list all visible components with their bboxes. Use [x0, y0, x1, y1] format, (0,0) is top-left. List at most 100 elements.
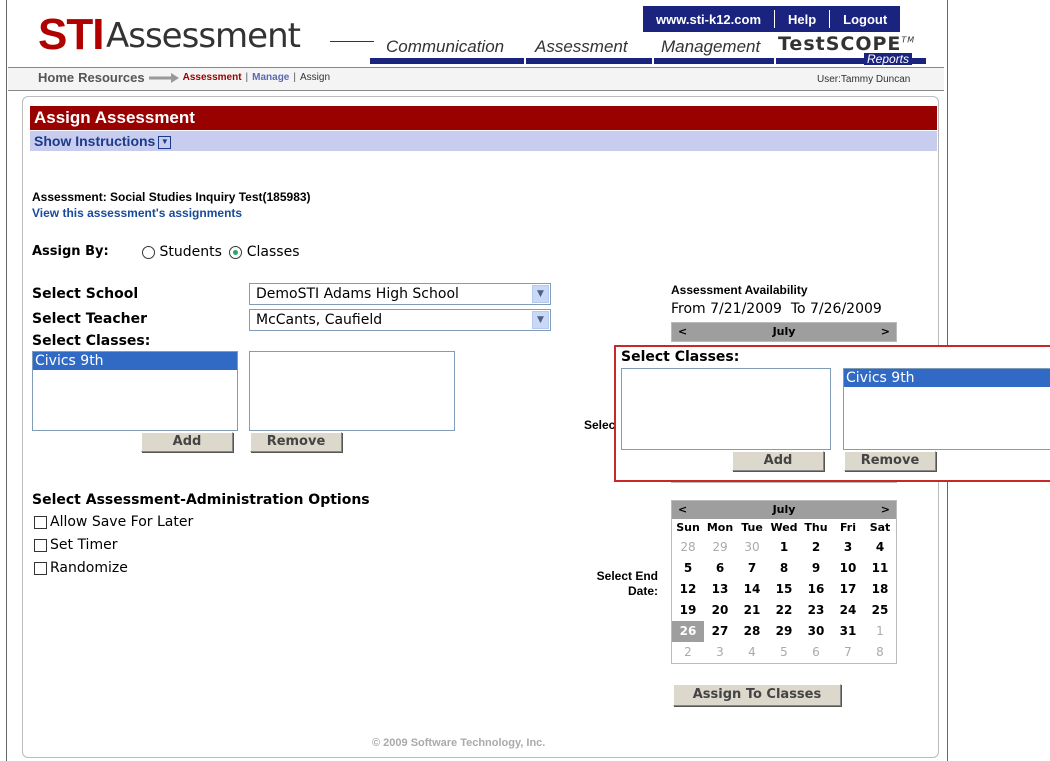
calendar-day[interactable]: 16	[800, 579, 832, 600]
calendar-day[interactable]: 30	[736, 537, 768, 558]
calendar-day[interactable]: 12	[672, 579, 704, 600]
nav-tab-management[interactable]: Management	[661, 37, 760, 57]
calendar-day[interactable]: 1	[768, 537, 800, 558]
end-date-calendar: < July > Sun Mon Tue Wed Thu Fri Sat 28 29 30 1 2 3 4…	[671, 500, 897, 664]
popup-selected-list[interactable]: Civics 9th	[843, 368, 1050, 450]
calendar-day[interactable]: 28	[672, 537, 704, 558]
set-timer-checkbox[interactable]	[34, 538, 47, 552]
breadcrumb-resources[interactable]: Resources	[78, 70, 144, 85]
calendar-day[interactable]: 29	[768, 621, 800, 642]
calendar-day[interactable]: 3	[832, 537, 864, 558]
option-set-timer[interactable]: Set Timer	[34, 537, 117, 553]
classes-radio-label: Classes	[246, 244, 300, 260]
select-teacher-label: Select Teacher	[32, 311, 148, 327]
option-allow-save[interactable]: Allow Save For Later	[34, 514, 193, 530]
breadcrumb-manage[interactable]: Manage	[252, 72, 289, 83]
calendar-day[interactable]: 7	[736, 558, 768, 579]
calendar-day[interactable]: 28	[736, 621, 768, 642]
help-link[interactable]: Help	[775, 12, 829, 27]
calendar-day[interactable]: 6	[800, 642, 832, 663]
calendar-day[interactable]: 23	[800, 600, 832, 621]
calendar-day[interactable]: 17	[832, 579, 864, 600]
calendar-day[interactable]: 8	[768, 558, 800, 579]
teacher-select[interactable]: McCants, Caufield ▼	[249, 309, 551, 331]
day-of-week-header: Thu	[804, 521, 828, 534]
sti-website-link[interactable]: www.sti-k12.com	[643, 12, 774, 27]
popup-add-button[interactable]: Add	[732, 451, 824, 471]
calendar-header: < July >	[672, 323, 896, 341]
reports-tab[interactable]: Reports	[864, 53, 913, 65]
calendar-day[interactable]: 4	[864, 537, 896, 558]
calendar-day[interactable]: 10	[832, 558, 864, 579]
trademark: TM	[901, 35, 916, 45]
classes-radio[interactable]	[229, 245, 243, 259]
calendar-day[interactable]: 5	[768, 642, 800, 663]
page-title: Assign Assessment	[30, 106, 937, 130]
assign-to-classes-button[interactable]: Assign To Classes	[673, 684, 841, 706]
calendar-day[interactable]: 22	[768, 600, 800, 621]
remove-button[interactable]: Remove	[250, 432, 342, 452]
availability-label: Assessment Availability	[671, 283, 808, 297]
calendar-day[interactable]: 20	[704, 600, 736, 621]
available-classes-list[interactable]: Civics 9th	[32, 351, 238, 431]
breadcrumb-home[interactable]: Home	[38, 70, 74, 85]
calendar-day[interactable]: 25	[864, 600, 896, 621]
popup-available-list[interactable]	[621, 368, 831, 450]
chevron-down-icon: ▼	[532, 285, 549, 303]
calendar-day[interactable]: 2	[800, 537, 832, 558]
calendar-day[interactable]: 30	[800, 621, 832, 642]
calendar-day[interactable]: 19	[672, 600, 704, 621]
popup-remove-button[interactable]: Remove	[844, 451, 936, 471]
nav-tab-communication[interactable]: Communication	[386, 37, 504, 57]
calendar-day[interactable]: 15	[768, 579, 800, 600]
school-select[interactable]: DemoSTI Adams High School ▼	[249, 283, 551, 305]
end-date-label: Select End Date:	[596, 569, 658, 598]
calendar-day[interactable]: 24	[832, 600, 864, 621]
availability-range: From 7/21/2009 To 7/26/2009	[671, 301, 882, 317]
calendar-day[interactable]: 13	[704, 579, 736, 600]
calendar-day[interactable]: 31	[832, 621, 864, 642]
sti-logo[interactable]: STI	[38, 13, 104, 57]
calendar-day[interactable]: 14	[736, 579, 768, 600]
selected-classes-list[interactable]	[249, 351, 455, 431]
breadcrumb: Home Resources Assessment | Manage | Ass…	[38, 70, 330, 85]
calendar-day[interactable]: 1	[864, 621, 896, 642]
students-radio[interactable]	[142, 245, 155, 259]
next-month-button[interactable]: >	[881, 323, 890, 341]
set-timer-label: Set Timer	[50, 537, 118, 553]
calendar-day[interactable]: 7	[832, 642, 864, 663]
day-of-week-header: Tue	[741, 521, 763, 534]
calendar-day[interactable]: 4	[736, 642, 768, 663]
calendar-day[interactable]: 5	[672, 558, 704, 579]
add-button[interactable]: Add	[141, 432, 233, 452]
start-date-calendar: < July >	[671, 322, 897, 342]
calendar-day[interactable]: 11	[864, 558, 896, 579]
calendar-day[interactable]: 27	[704, 621, 736, 642]
list-item[interactable]: Civics 9th	[33, 352, 237, 370]
calendar-day[interactable]: 29	[704, 537, 736, 558]
chevron-down-icon: ▼	[532, 311, 549, 329]
option-randomize[interactable]: Randomize	[34, 560, 128, 576]
calendar-day[interactable]: 3	[704, 642, 736, 663]
calendar-day[interactable]: 18	[864, 579, 896, 600]
top-links-bar: www.sti-k12.com Help Logout	[643, 6, 901, 32]
breadcrumb-assessment[interactable]: Assessment	[183, 72, 242, 83]
calendar-day[interactable]: 9	[800, 558, 832, 579]
calendar-day[interactable]: 8	[864, 642, 896, 663]
next-month-button[interactable]: >	[881, 501, 890, 519]
calendar-day[interactable]: 2	[672, 642, 704, 663]
show-instructions-toggle[interactable]: Show Instructions ▼	[30, 131, 937, 151]
nav-divider	[524, 58, 526, 64]
calendar-day[interactable]: 6	[704, 558, 736, 579]
calendar-day[interactable]: 21	[736, 600, 768, 621]
list-item[interactable]: Civics 9th	[844, 369, 1050, 387]
school-select-value: DemoSTI Adams High School	[256, 286, 459, 302]
logout-link[interactable]: Logout	[830, 12, 900, 27]
allow-save-checkbox[interactable]	[34, 515, 47, 529]
calendar-day[interactable]: 26	[672, 621, 704, 642]
randomize-checkbox[interactable]	[34, 561, 47, 575]
view-assignments-link[interactable]: View this assessment's assignments	[32, 206, 242, 220]
assign-by-label: Assign By:	[32, 244, 109, 259]
nav-underline-bar	[370, 58, 926, 64]
nav-tab-assessment[interactable]: Assessment	[535, 37, 628, 57]
